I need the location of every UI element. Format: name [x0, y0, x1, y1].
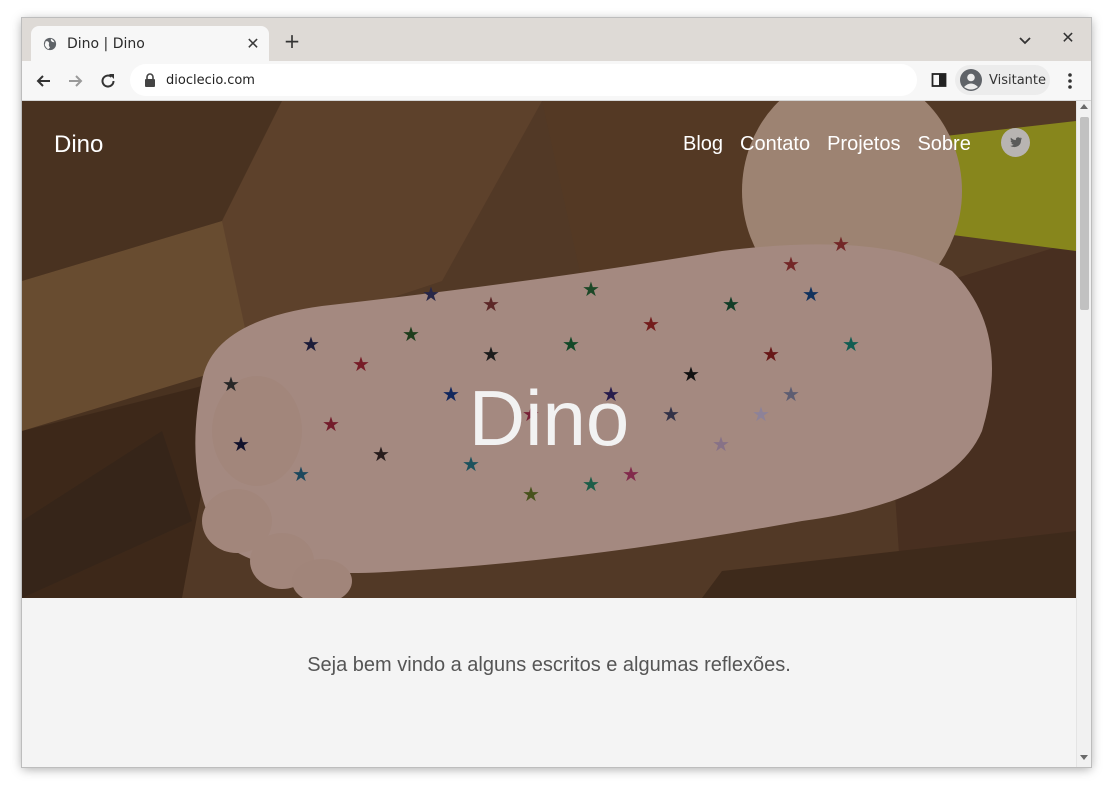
globe-icon: [43, 37, 57, 50]
site-brand-link[interactable]: Dino: [54, 131, 103, 159]
back-arrow-icon[interactable]: [34, 71, 54, 91]
nav-link-projetos[interactable]: Projetos: [827, 133, 900, 156]
hero-overlay: [22, 101, 1076, 598]
tab-dino[interactable]: Dino | Dino ✕: [31, 26, 269, 61]
more-options-icon[interactable]: [1062, 71, 1078, 91]
lock-icon: [145, 73, 155, 87]
tagline-text: Seja bem vindo a alguns escritos e algum…: [307, 654, 791, 676]
nav-link-sobre[interactable]: Sobre: [917, 133, 970, 156]
twitter-link-button[interactable]: [1001, 128, 1030, 157]
profile-name: Visitante: [989, 72, 1047, 88]
avatar-icon: [960, 69, 982, 91]
chevron-down-icon[interactable]: [1017, 32, 1033, 48]
nav-link-contato[interactable]: Contato: [740, 133, 810, 156]
nav-link-blog[interactable]: Blog: [683, 133, 723, 156]
window-close-button[interactable]: ✕: [1059, 28, 1077, 48]
scroll-down-arrow-icon[interactable]: [1080, 755, 1088, 760]
side-panel-icon[interactable]: [931, 72, 947, 88]
profile-button[interactable]: Visitante: [955, 65, 1050, 95]
browser-window: Dino | Dino ✕ + ✕ dioclecio.com Visitant…: [22, 18, 1091, 767]
site-navigation: Blog Contato Projetos Sobre: [683, 133, 988, 156]
hero-banner: ★ ★ ★ ★ ★ ★ ★ ★ ★ ★ ★ ★ ★ ★ ★ ★ ★ ★ ★ ★ …: [22, 101, 1076, 598]
url-text: dioclecio.com: [166, 72, 255, 88]
tab-strip: Dino | Dino ✕ + ✕: [22, 18, 1091, 61]
hero-title: Dino: [468, 374, 630, 462]
forward-arrow-icon[interactable]: [65, 71, 85, 91]
tab-title: Dino | Dino: [67, 35, 145, 52]
scroll-up-arrow-icon[interactable]: [1080, 104, 1088, 109]
new-tab-button[interactable]: +: [282, 30, 302, 52]
browser-toolbar: dioclecio.com Visitante: [22, 61, 1091, 101]
twitter-icon: [1009, 137, 1022, 148]
tab-close-icon[interactable]: ✕: [243, 34, 263, 53]
reload-icon[interactable]: [98, 71, 118, 91]
page-scrollbar[interactable]: [1076, 101, 1091, 767]
page-viewport: ★ ★ ★ ★ ★ ★ ★ ★ ★ ★ ★ ★ ★ ★ ★ ★ ★ ★ ★ ★ …: [22, 101, 1076, 767]
scrollbar-thumb[interactable]: [1080, 117, 1089, 310]
address-bar[interactable]: dioclecio.com: [130, 64, 917, 96]
